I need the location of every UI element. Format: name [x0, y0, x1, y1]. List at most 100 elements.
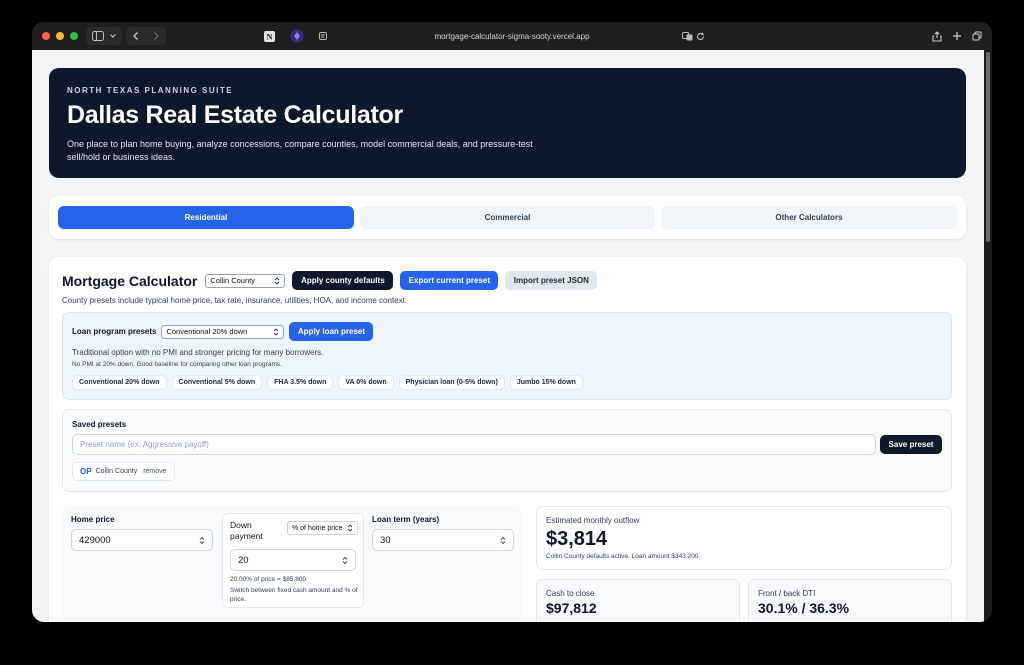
zoom-window-button[interactable]: [70, 32, 78, 40]
chip-jumbo[interactable]: Jumbo 15% down: [509, 375, 583, 390]
browser-window: N mortgage-calculator-sigma-sooty.vercel…: [32, 22, 992, 622]
dti-value: 30.1% / 36.3%: [758, 600, 850, 616]
reload-button[interactable]: [694, 27, 706, 45]
close-window-button[interactable]: [42, 32, 50, 40]
loan-program-select[interactable]: Conventional 20% down: [161, 324, 285, 339]
county-select[interactable]: Collin County: [205, 273, 286, 288]
page-menu-button[interactable]: [316, 27, 330, 45]
loan-program-row: Loan program presets Conventional 20% do…: [72, 322, 374, 341]
chip-physician[interactable]: Physician loan (0-5% down): [398, 375, 505, 390]
down-payment-value: 20: [238, 554, 249, 566]
cash-to-close-value: $97,812: [546, 600, 597, 616]
loan-program-select-value: Conventional 20% down: [166, 327, 248, 336]
share-icon: [932, 30, 942, 42]
hero-banner: NORTH TEXAS PLANNING SUITE Dallas Real E…: [49, 68, 966, 178]
preset-initials: OP: [80, 467, 92, 476]
loan-program-presets: Loan program presets Conventional 20% do…: [62, 312, 952, 400]
new-tab-button[interactable]: [950, 27, 964, 45]
tab-commercial[interactable]: Commercial: [360, 206, 655, 229]
diamond-extension-icon: [290, 29, 304, 43]
share-button[interactable]: [930, 27, 944, 45]
plus-icon: [953, 32, 961, 40]
down-payment-hint: Switch between fixed cash amount and % o…: [230, 587, 358, 603]
translate-button[interactable]: [680, 27, 694, 45]
loan-program-note: No PMI at 20% down. Good baseline for co…: [72, 361, 282, 368]
address-bar[interactable]: mortgage-calculator-sigma-sooty.vercel.a…: [332, 27, 692, 45]
chevron-updown-icon: [275, 276, 280, 285]
sidebar-toggle-button[interactable]: [86, 27, 122, 45]
apply-loan-preset-button[interactable]: Apply loan preset: [289, 322, 374, 341]
export-preset-button[interactable]: Export current preset: [400, 271, 499, 290]
tab-overview-button[interactable]: [970, 27, 984, 45]
chevron-updown-icon: [347, 524, 353, 532]
loan-term-value: 30: [380, 534, 391, 546]
history-nav: [126, 27, 166, 45]
monthly-outflow-value: $3,814: [546, 528, 608, 550]
minimize-window-button[interactable]: [56, 32, 64, 40]
url-text: mortgage-calculator-sigma-sooty.vercel.a…: [434, 31, 590, 41]
chevron-updown-icon: [274, 327, 279, 336]
county-select-value: Collin County: [210, 276, 255, 285]
section-tabs: Residential Commercial Other Calculators: [49, 196, 966, 239]
save-preset-button[interactable]: Save preset: [880, 435, 942, 454]
mortgage-calculator-card: Mortgage Calculator Collin County Apply …: [49, 257, 966, 622]
apply-county-defaults-button[interactable]: Apply county defaults: [292, 271, 394, 290]
sidebar-icon: [91, 31, 104, 41]
chip-fha[interactable]: FHA 3.5% down: [267, 375, 334, 390]
page-title: Dallas Real Estate Calculator: [67, 101, 403, 129]
cash-to-close-label: Cash to close: [546, 589, 595, 598]
preset-name-input[interactable]: Preset name (ex: Aggressive payoff): [72, 434, 876, 455]
notion-icon: N: [263, 30, 275, 42]
dti-label: Front / back DTI: [758, 589, 816, 598]
page-settings-icon: [319, 32, 327, 40]
loan-term-label: Loan term (years): [372, 515, 440, 524]
preset-name-placeholder: Preset name (ex: Aggressive payoff): [80, 440, 209, 449]
page-scrollbar[interactable]: [986, 52, 990, 242]
home-price-input[interactable]: 429000: [71, 529, 213, 551]
tab-residential[interactable]: Residential: [58, 206, 354, 229]
loan-program-description: Traditional option with no PMI and stron…: [72, 348, 324, 357]
stepper-icon[interactable]: [500, 536, 506, 545]
translate-icon: [681, 31, 692, 40]
mortgage-header: Mortgage Calculator Collin County Apply …: [62, 271, 598, 290]
monthly-outflow-note: Collin County defaults active. Loan amou…: [546, 553, 701, 560]
stepper-icon[interactable]: [199, 536, 205, 545]
preset-county: Collin County: [95, 468, 138, 475]
extension-button[interactable]: [288, 27, 306, 45]
back-icon[interactable]: [131, 31, 141, 41]
chip-va[interactable]: VA 0% down: [338, 375, 394, 390]
down-payment-input[interactable]: 20: [230, 549, 356, 571]
chip-conventional-5[interactable]: Conventional 5% down: [171, 375, 263, 390]
monthly-outflow-label: Estimated monthly outflow: [546, 516, 640, 525]
down-payment-mode-select[interactable]: % of home price: [287, 521, 358, 535]
window-controls: [42, 32, 78, 40]
preset-remove-link[interactable]: remove: [143, 468, 166, 475]
svg-text:N: N: [266, 32, 272, 41]
tabs-icon: [972, 31, 982, 41]
stepper-icon[interactable]: [342, 556, 348, 565]
down-payment-note: 20.00% of price = $85,800: [230, 576, 307, 583]
down-payment-label: Down payment: [230, 520, 263, 541]
hero-description: One place to plan home buying, analyze c…: [67, 139, 533, 162]
page-viewport: NORTH TEXAS PLANNING SUITE Dallas Real E…: [32, 50, 984, 622]
saved-preset-item[interactable]: OP Collin County remove: [72, 462, 175, 481]
browser-toolbar: N mortgage-calculator-sigma-sooty.vercel…: [32, 22, 992, 50]
chip-conventional-20[interactable]: Conventional 20% down: [72, 375, 167, 390]
loan-program-chips: Conventional 20% down Conventional 5% do…: [72, 375, 583, 390]
forward-icon[interactable]: [151, 31, 161, 41]
home-price-value: 429000: [79, 534, 111, 546]
chevron-down-icon: [109, 34, 116, 38]
saved-presets-label: Saved presets: [72, 420, 127, 429]
loan-program-label: Loan program presets: [72, 327, 157, 336]
reload-icon: [696, 31, 704, 40]
monthly-outflow-card: Estimated monthly outflow $3,814 Collin …: [536, 506, 952, 570]
down-payment-mode-value: % of home price: [292, 524, 343, 532]
saved-presets: Saved presets Preset name (ex: Aggressiv…: [62, 409, 952, 492]
down-payment-card: Down payment % of home price 20 20.00% o…: [222, 513, 364, 608]
import-preset-button[interactable]: Import preset JSON: [505, 271, 598, 290]
notion-extension-button[interactable]: N: [260, 27, 278, 45]
tab-other-calculators[interactable]: Other Calculators: [661, 206, 957, 229]
loan-term-input[interactable]: 30: [372, 529, 514, 551]
home-price-label: Home price: [71, 515, 115, 524]
dti-card: Front / back DTI 30.1% / 36.3%: [748, 579, 952, 622]
